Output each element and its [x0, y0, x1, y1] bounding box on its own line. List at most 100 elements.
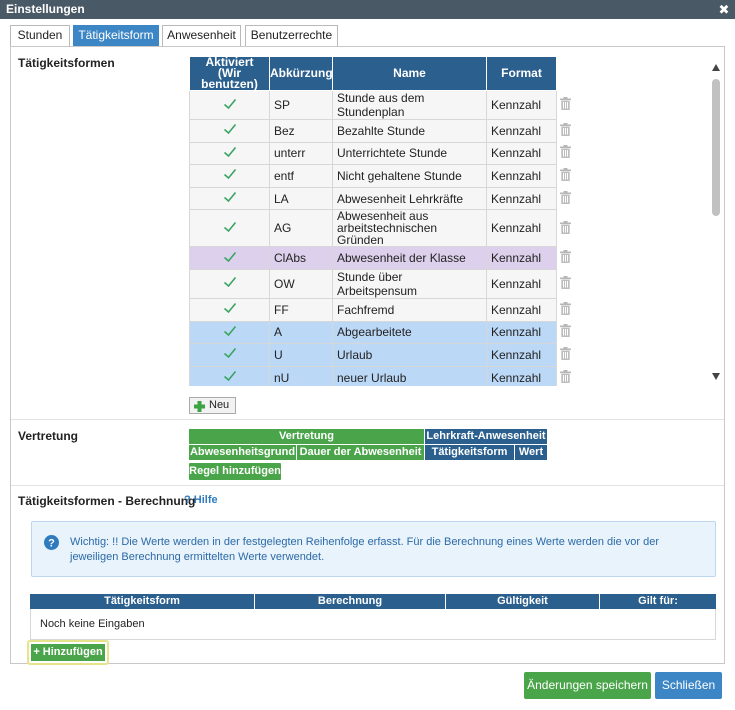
close-icon[interactable]: ✖	[717, 0, 731, 19]
cell-name: neuer Urlaub	[332, 365, 487, 386]
cell-name: Stunde über Arbeitspensum	[332, 268, 487, 299]
check-icon[interactable]	[223, 123, 237, 135]
check-icon[interactable]	[223, 276, 237, 288]
cell-active[interactable]	[189, 297, 270, 322]
cell-name: Fachfremd	[332, 297, 487, 322]
trash-icon[interactable]	[560, 324, 571, 338]
empty-state-text: Noch keine Eingaben	[40, 618, 145, 630]
trash-icon[interactable]	[560, 250, 571, 264]
cell-name: Bezahlte Stunde	[332, 119, 487, 143]
trash-icon[interactable]	[560, 346, 571, 360]
cell-active[interactable]	[189, 365, 270, 386]
table-row[interactable]: U Urlaub Kennzahl	[189, 343, 574, 367]
check-icon[interactable]	[223, 168, 237, 180]
add-calculation-highlight: + Hinzufügen	[27, 640, 109, 665]
col-calc-applies: Gilt für:	[600, 594, 716, 609]
cell-name: Unterrichtete Stunde	[332, 141, 487, 166]
cell-active[interactable]	[189, 141, 270, 166]
cell-delete[interactable]	[556, 246, 574, 270]
save-changes-button[interactable]: Änderungen speichern	[524, 672, 651, 699]
trash-icon[interactable]	[560, 190, 571, 204]
cell-delete[interactable]	[556, 119, 574, 143]
scroll-up-arrow[interactable]	[712, 64, 720, 71]
help-link[interactable]: ? Hilfe	[184, 494, 218, 506]
trash-icon[interactable]	[560, 167, 571, 181]
table-row[interactable]: entf Nicht gehaltene Stunde Kennzahl	[189, 164, 574, 188]
tab-anwesenheit[interactable]: Anwesenheit	[162, 25, 241, 46]
cell-format: Kennzahl	[486, 343, 557, 367]
cell-delete[interactable]	[556, 187, 574, 210]
cell-active[interactable]	[189, 246, 270, 270]
trash-icon[interactable]	[560, 301, 571, 315]
check-icon[interactable]	[223, 251, 237, 263]
close-button[interactable]: Schließen	[655, 672, 722, 699]
col-active: Aktiviert (Wir benutzen)	[189, 56, 270, 91]
trash-icon[interactable]	[560, 220, 571, 234]
forms-table-body: SP Stunde aus dem Stundenplan Kennzahl Bez B…	[189, 90, 574, 386]
cell-delete[interactable]	[556, 164, 574, 188]
cell-format: Kennzahl	[486, 268, 557, 299]
cell-delete[interactable]	[556, 209, 574, 247]
cell-format: Kennzahl	[486, 209, 557, 248]
cell-active[interactable]	[189, 186, 270, 211]
scroll-thumb[interactable]	[712, 79, 720, 216]
trash-icon[interactable]	[560, 97, 571, 110]
table-row[interactable]: ClAbs Abwesenheit der Klasse Kennzahl	[189, 246, 574, 270]
tab-benutzerrechte[interactable]: Benutzerrechte	[245, 25, 338, 46]
cell-delete[interactable]	[556, 142, 574, 165]
table-row[interactable]: unterr Unterrichtete Stunde Kennzahl	[189, 141, 574, 166]
table-row[interactable]: A Abgearbeitete Kennzahl	[189, 320, 574, 345]
cell-abbr: ClAbs	[269, 246, 333, 270]
cell-delete[interactable]	[556, 298, 574, 322]
cell-delete[interactable]	[556, 343, 574, 367]
table-row[interactable]: SP Stunde aus dem Stundenplan Kennzahl	[189, 90, 574, 120]
forms-scrollbar[interactable]	[709, 59, 723, 384]
check-icon[interactable]	[223, 146, 237, 158]
scroll-down-arrow[interactable]	[712, 373, 720, 380]
col-reason: Abwesenheitsgrund	[189, 445, 296, 460]
trash-icon[interactable]	[560, 275, 571, 289]
check-icon[interactable]	[223, 191, 237, 203]
tab-taetigkeitsform[interactable]: Tätigkeitsform	[73, 25, 159, 46]
cell-name: Abwesenheit aus arbeitstechnischen Gründe…	[332, 209, 487, 248]
cell-active[interactable]	[189, 343, 270, 367]
col-calc-form: Tätigkeitsform	[30, 594, 255, 609]
tab-stunden[interactable]: Stunden	[10, 25, 70, 46]
table-row[interactable]: AG Abwesenheit aus arbeitstechnischen Grün…	[189, 209, 574, 248]
cell-abbr: Bez	[269, 119, 333, 143]
table-row[interactable]: nU neuer Urlaub Kennzahl	[189, 365, 574, 386]
forms-table: Aktiviert (Wir benutzen) Abkürzung Name …	[189, 56, 574, 386]
cell-name: Abwesenheit Lehrkräfte	[332, 186, 487, 211]
cell-delete[interactable]	[556, 366, 574, 386]
check-icon[interactable]	[223, 302, 237, 314]
table-row[interactable]: LA Abwesenheit Lehrkräfte Kennzahl	[189, 186, 574, 211]
cell-active[interactable]	[189, 90, 270, 120]
cell-format: Kennzahl	[486, 186, 557, 211]
cell-delete[interactable]	[556, 321, 574, 344]
table-row[interactable]: Bez Bezahlte Stunde Kennzahl	[189, 119, 574, 143]
check-icon[interactable]	[223, 347, 237, 359]
cell-name: Abwesenheit der Klasse	[332, 246, 487, 270]
trash-icon[interactable]	[560, 122, 571, 136]
cell-format: Kennzahl	[486, 246, 557, 270]
cell-active[interactable]	[189, 164, 270, 188]
cell-name: Urlaub	[332, 343, 487, 367]
cell-delete[interactable]	[556, 269, 574, 299]
trash-icon[interactable]	[560, 369, 571, 383]
cell-active[interactable]	[189, 268, 270, 299]
cell-delete[interactable]	[556, 90, 574, 120]
svg-text:?: ?	[48, 538, 55, 550]
cell-active[interactable]	[189, 119, 270, 143]
table-row[interactable]: FF Fachfremd Kennzahl	[189, 297, 574, 322]
check-icon[interactable]	[223, 221, 237, 233]
add-rule-button[interactable]: Regel hinzufügen	[189, 463, 281, 480]
new-form-button[interactable]: Neu	[189, 397, 236, 414]
cell-active[interactable]	[189, 320, 270, 345]
check-icon[interactable]	[223, 370, 237, 382]
add-calculation-button[interactable]: + Hinzufügen	[31, 644, 105, 661]
trash-icon[interactable]	[560, 145, 571, 159]
table-row[interactable]: OW Stunde über Arbeitspensum Kennzahl	[189, 268, 574, 299]
check-icon[interactable]	[223, 98, 237, 110]
check-icon[interactable]	[223, 325, 237, 337]
cell-active[interactable]	[189, 209, 270, 248]
